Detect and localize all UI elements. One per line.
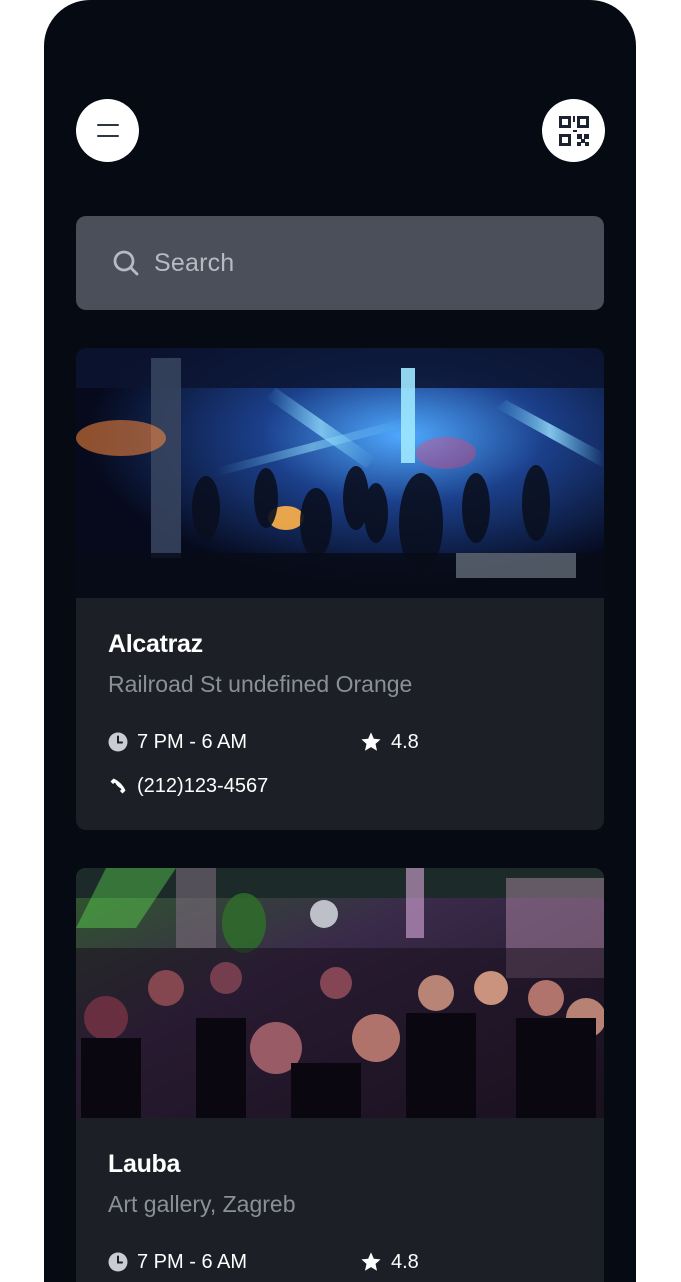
phone-row: (212)123-4567	[108, 772, 572, 800]
app-screen: Alcatraz Railroad St undefined Orange 7 …	[44, 0, 636, 1282]
qr-code-button[interactable]	[542, 99, 605, 162]
rating-value: 4.8	[391, 1250, 419, 1273]
venue-card[interactable]: Lauba Art gallery, Zagreb 7 PM - 6 AM 4.…	[76, 868, 604, 1282]
search-input[interactable]	[154, 248, 554, 278]
venue-image	[76, 348, 604, 598]
rating: 4.8	[360, 1251, 419, 1274]
venue-card[interactable]: Alcatraz Railroad St undefined Orange 7 …	[76, 348, 604, 830]
venue-name: Lauba	[108, 1150, 181, 1178]
star-icon	[361, 1252, 381, 1271]
venue-name: Alcatraz	[108, 630, 203, 658]
clock-icon	[108, 732, 128, 752]
search-bar[interactable]	[76, 216, 604, 310]
phone-icon	[110, 778, 126, 794]
qr-code-icon	[558, 115, 589, 146]
venue-address: Art gallery, Zagreb	[108, 1191, 296, 1217]
hamburger-icon	[96, 123, 119, 138]
opening-hours: 7 PM - 6 AM	[108, 731, 360, 754]
hours-text: 7 PM - 6 AM	[137, 730, 248, 753]
menu-button[interactable]	[76, 99, 139, 162]
search-icon	[113, 250, 139, 276]
star-icon	[361, 732, 381, 751]
venue-address: Railroad St undefined Orange	[108, 671, 413, 697]
venue-image	[76, 868, 604, 1118]
rating-value: 4.8	[391, 730, 419, 753]
clock-icon	[108, 1252, 128, 1272]
phone-number[interactable]: (212)123-4567	[108, 775, 268, 798]
rating: 4.8	[360, 731, 419, 754]
phone-text: (212)123-4567	[137, 774, 269, 797]
opening-hours: 7 PM - 6 AM	[108, 1251, 360, 1274]
venue-meta-row: 7 PM - 6 AM 4.8	[108, 728, 572, 756]
venue-meta-row: 7 PM - 6 AM 4.8	[108, 1248, 572, 1276]
hours-text: 7 PM - 6 AM	[137, 1250, 248, 1273]
